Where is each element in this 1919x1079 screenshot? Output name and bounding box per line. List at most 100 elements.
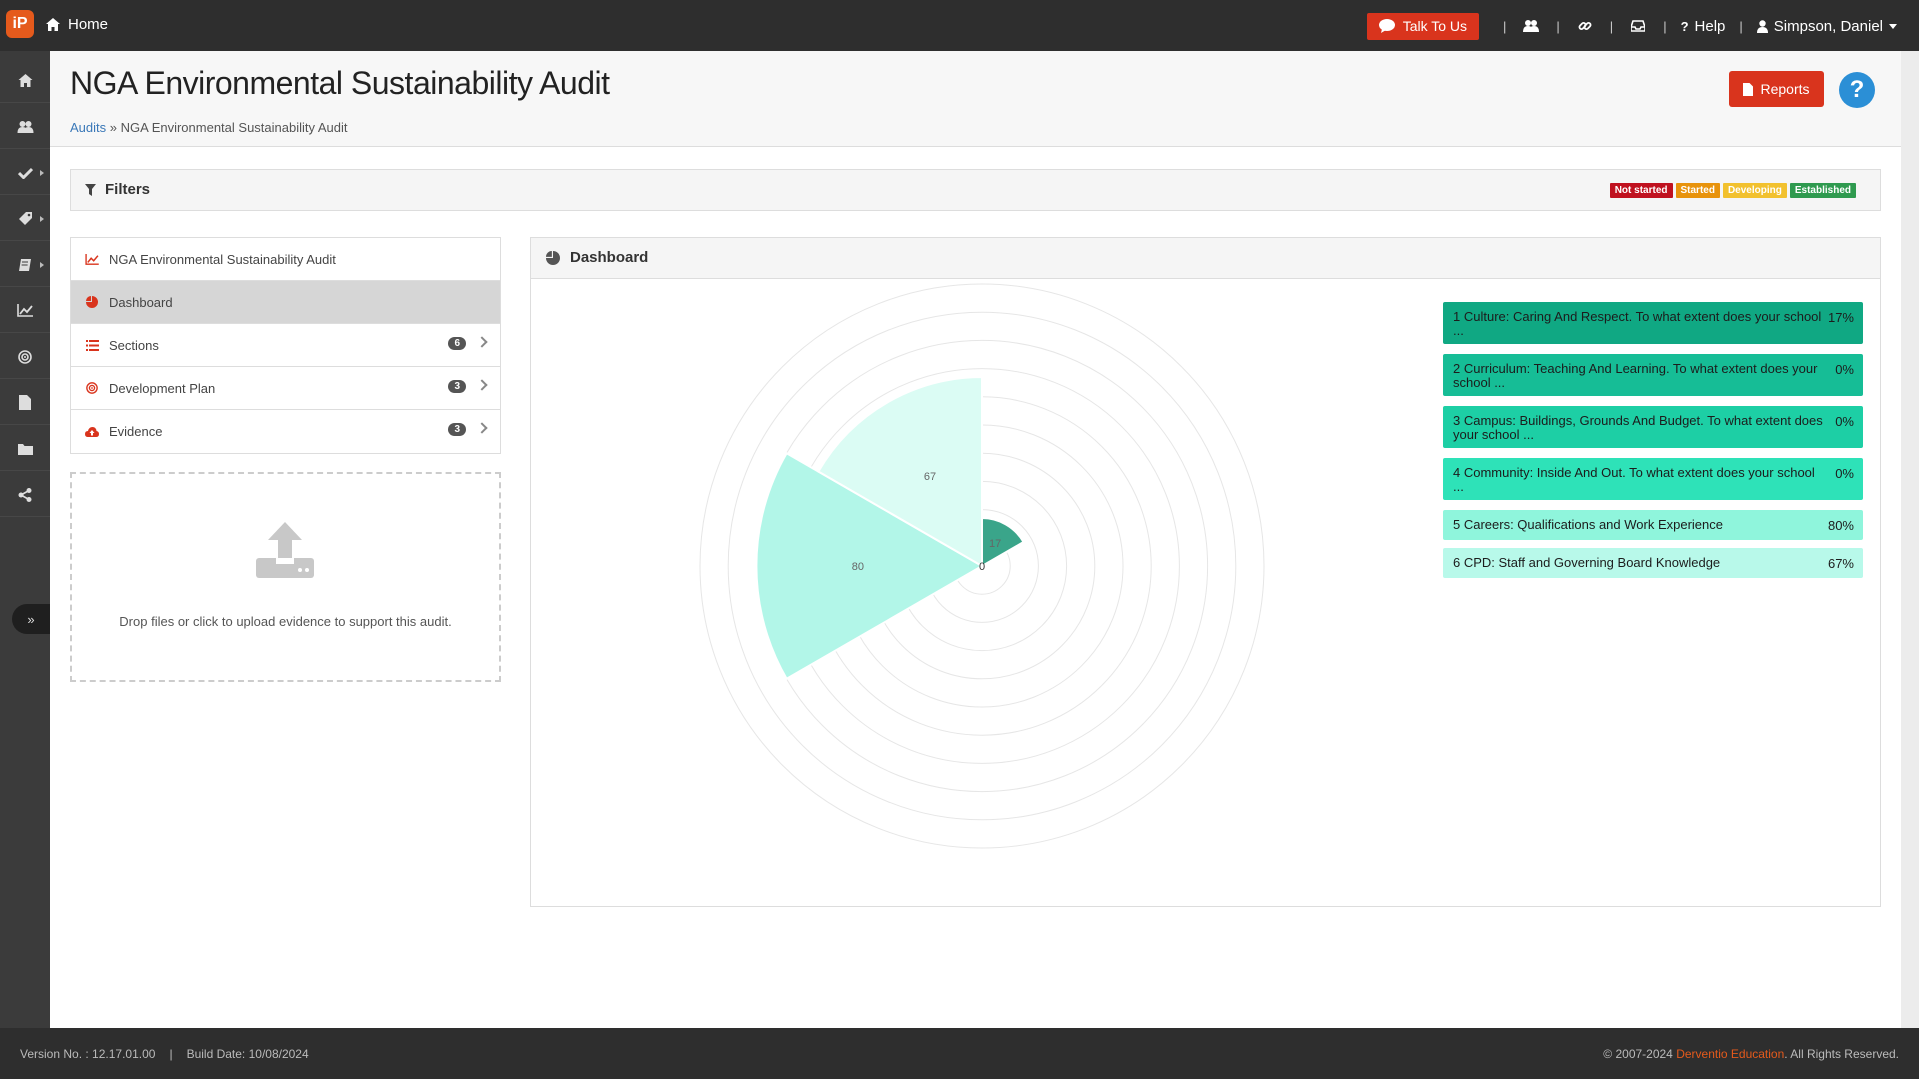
section-label: 1 Culture: Caring And Respect. To what e… xyxy=(1453,309,1822,338)
nav-item-sections[interactable]: Sections 6 xyxy=(71,324,500,367)
build-date: Build Date: 10/08/2024 xyxy=(186,1047,309,1061)
sidebar-analytics[interactable] xyxy=(0,289,50,333)
help-button[interactable]: ? xyxy=(1839,72,1875,108)
section-legend-item[interactable]: 4 Community: Inside And Out. To what ext… xyxy=(1443,458,1863,500)
breadcrumb: Audits » NGA Environmental Sustainabilit… xyxy=(70,120,348,135)
talk-to-us-button[interactable]: Talk To Us xyxy=(1366,12,1480,40)
nav-item-label: Sections xyxy=(109,337,159,353)
nav-item-audit[interactable]: NGA Environmental Sustainability Audit xyxy=(71,238,500,281)
help-menu[interactable]: ? Help xyxy=(1681,18,1726,35)
section-percent: 0% xyxy=(1835,466,1854,481)
evidence-dropzone[interactable]: Drop files or click to upload evidence t… xyxy=(70,472,501,682)
list-icon xyxy=(85,338,99,352)
question-icon: ? xyxy=(1680,18,1689,34)
double-chevron-right-icon: » xyxy=(27,611,35,627)
filters-bar[interactable]: Filters Not started Started Developing Esta… xyxy=(70,169,1881,211)
status-badge-not-started[interactable]: Not started xyxy=(1609,183,1673,198)
talk-to-us-label: Talk To Us xyxy=(1402,18,1468,34)
audit-nav: NGA Environmental Sustainability Audit D… xyxy=(70,237,501,454)
breadcrumb-separator: » xyxy=(109,120,117,135)
section-percent: 0% xyxy=(1835,362,1854,377)
section-legend-item[interactable]: 6 CPD: Staff and Governing Board Knowled… xyxy=(1443,548,1863,578)
filters-toggle[interactable]: Filters xyxy=(85,181,150,198)
breadcrumb-audits-link[interactable]: Audits xyxy=(70,120,106,135)
dashboard-title-text: Dashboard xyxy=(570,249,649,266)
home-label: Home xyxy=(68,16,109,33)
status-badge-developing[interactable]: Developing xyxy=(1722,183,1787,198)
chevron-right-icon xyxy=(476,422,488,434)
sidebar-tags[interactable] xyxy=(0,197,50,241)
count-badge: 6 xyxy=(448,337,466,350)
target-icon xyxy=(85,381,99,395)
section-percent: 0% xyxy=(1835,414,1854,429)
copyright-prefix: © 2007-2024 xyxy=(1603,1047,1673,1061)
sidebar-home[interactable] xyxy=(0,59,50,103)
sidebar-share[interactable] xyxy=(0,473,50,517)
folder-icon xyxy=(17,443,33,455)
section-percent: 67% xyxy=(1827,556,1854,571)
footer: Version No. : 12.17.01.00 | Build Date: 10… xyxy=(0,1028,1919,1079)
nav-item-label: Dashboard xyxy=(109,294,173,310)
separator: | xyxy=(1609,18,1614,34)
users-icon[interactable] xyxy=(1522,17,1540,35)
reports-button[interactable]: Reports xyxy=(1729,71,1824,107)
caret-down-icon xyxy=(1889,23,1897,29)
home-icon xyxy=(18,74,32,87)
top-navbar: iP Home Talk To Us | | | | ? Help | Simp… xyxy=(0,0,1919,51)
count-badge: 3 xyxy=(448,380,466,393)
sidebar-books[interactable] xyxy=(0,243,50,287)
nav-item-label: NGA Environmental Sustainability Audit xyxy=(109,251,336,267)
section-legend-item[interactable]: 2 Curriculum: Teaching And Learning. To … xyxy=(1443,354,1863,396)
separator: | xyxy=(1503,18,1507,34)
question-icon: ? xyxy=(1849,76,1865,103)
users-icon xyxy=(17,120,33,133)
home-link[interactable]: Home xyxy=(46,16,108,33)
brand-link[interactable]: Derventio Education xyxy=(1676,1047,1784,1061)
sidebar-expand-button[interactable]: » xyxy=(12,604,50,634)
book-icon xyxy=(19,258,31,271)
copyright-suffix: . All Rights Reserved. xyxy=(1784,1047,1899,1061)
dashboard-panel: Dashboard 17 80 67 0 1 Culture: Caring And … xyxy=(530,237,1881,907)
link-icon[interactable] xyxy=(1576,17,1594,35)
target-icon xyxy=(18,349,32,364)
upload-icon xyxy=(256,522,314,578)
section-label: 2 Curriculum: Teaching And Learning. To … xyxy=(1453,361,1818,390)
document-icon xyxy=(19,395,31,410)
status-badge-started[interactable]: Started xyxy=(1675,183,1720,198)
section-label: 3 Campus: Buildings, Grounds And Budget.… xyxy=(1453,413,1823,442)
nav-item-dashboard[interactable]: Dashboard xyxy=(71,281,500,324)
user-menu[interactable]: Simpson, Daniel xyxy=(1756,17,1897,35)
separator: | xyxy=(1739,18,1743,34)
nav-item-label: Development Plan xyxy=(109,380,216,396)
inbox-icon[interactable] xyxy=(1629,17,1647,35)
tag-icon xyxy=(18,212,32,225)
chevron-right-icon xyxy=(476,336,488,348)
polar-slice-label: 80 xyxy=(852,561,864,573)
cloud-upload-icon xyxy=(85,425,99,439)
status-badge-established[interactable]: Established xyxy=(1789,183,1856,198)
sidebar-targets[interactable] xyxy=(0,335,50,379)
nav-item-development-plan[interactable]: Development Plan 3 xyxy=(71,367,500,410)
section-legend-item[interactable]: 3 Campus: Buildings, Grounds And Budget.… xyxy=(1443,406,1863,448)
sidebar-users[interactable] xyxy=(0,105,50,149)
section-legend-item[interactable]: 5 Careers: Qualifications and Work Exper… xyxy=(1443,510,1863,540)
app-logo[interactable]: iP xyxy=(6,10,34,38)
share-icon xyxy=(18,487,32,502)
polar-center-label: 0 xyxy=(979,561,985,573)
sidebar-folders[interactable] xyxy=(0,427,50,471)
polar-slice-label: 17 xyxy=(989,538,1001,550)
sidebar-documents[interactable] xyxy=(0,381,50,425)
main-content: NGA Environmental Sustainability Audit A… xyxy=(50,51,1901,1028)
section-legend-item[interactable]: 1 Culture: Caring And Respect. To what e… xyxy=(1443,302,1863,344)
section-label: 4 Community: Inside And Out. To what ext… xyxy=(1453,465,1815,494)
help-label: Help xyxy=(1694,17,1726,35)
nav-item-evidence[interactable]: Evidence 3 xyxy=(71,410,500,453)
section-percent: 80% xyxy=(1827,518,1854,533)
polar-slice-label: 67 xyxy=(924,471,936,483)
dropzone-text: Drop files or click to upload evidence t… xyxy=(119,614,452,629)
version-number: Version No. : 12.17.01.00 xyxy=(20,1047,156,1061)
sidebar-tasks[interactable] xyxy=(0,151,50,195)
status-legend: Not started Started Developing Established xyxy=(1609,183,1856,198)
user-name: Simpson, Daniel xyxy=(1773,17,1883,35)
filters-label: Filters xyxy=(105,181,151,198)
